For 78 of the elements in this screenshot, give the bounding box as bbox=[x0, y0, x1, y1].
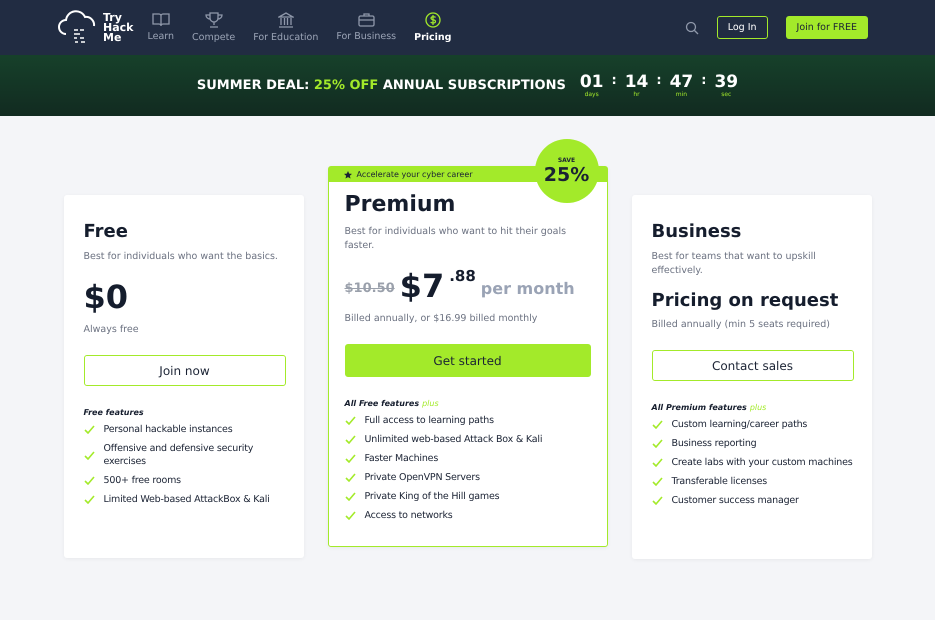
countdown-value: 39 bbox=[714, 73, 738, 91]
feature-text: Faster Machines bbox=[364, 452, 438, 465]
check-icon bbox=[84, 495, 94, 504]
badge-value: 25% bbox=[544, 164, 590, 186]
plan-description: Best for teams that want to upskill effectively. bbox=[652, 250, 817, 278]
check-icon bbox=[652, 420, 662, 429]
plan-button[interactable]: Contact sales bbox=[652, 350, 854, 381]
feature-text: Custom learning/career paths bbox=[672, 418, 808, 431]
price-period: per month bbox=[480, 279, 575, 298]
check-icon bbox=[84, 476, 94, 485]
check-icon bbox=[84, 425, 94, 434]
plan-name: Business bbox=[652, 221, 742, 242]
countdown-value: 14 bbox=[624, 73, 648, 91]
feature-text: Offensive and defensive security exercises bbox=[104, 442, 254, 468]
feature-text: Unlimited web-based Attack Box & Kali bbox=[364, 433, 542, 446]
plan-name: Premium bbox=[344, 192, 456, 217]
features-heading: All Premium features bbox=[652, 403, 747, 412]
countdown-value: 47 bbox=[670, 73, 694, 91]
features-heading: Free features bbox=[84, 408, 144, 417]
star-icon bbox=[344, 170, 352, 178]
feature-text: Limited Web-based AttackBox & Kali bbox=[104, 493, 270, 506]
feature-text: Private King of the Hill games bbox=[364, 490, 500, 503]
check-icon bbox=[344, 492, 356, 501]
feature-text: Create labs with your custom machines bbox=[672, 456, 852, 469]
login-button[interactable]: Log In bbox=[716, 16, 768, 39]
banner-text: Accelerate your cyber career bbox=[356, 170, 473, 179]
nav-link[interactable]: For Business bbox=[336, 12, 396, 43]
feature-text: Personal hackable instances bbox=[104, 423, 232, 436]
feature-text: Transferable licenses bbox=[672, 475, 767, 488]
briefcase-icon bbox=[358, 12, 375, 27]
check-icon bbox=[344, 511, 356, 520]
feature-text: Private OpenVPN Servers bbox=[364, 471, 480, 484]
feature-text: Customer success manager bbox=[672, 494, 799, 507]
plan-button[interactable]: Get started bbox=[344, 344, 590, 377]
check-icon bbox=[652, 477, 662, 486]
join-button[interactable]: Join for FREE bbox=[786, 16, 868, 39]
nav-link[interactable]: Pricing bbox=[414, 12, 452, 43]
feature-text: Business reporting bbox=[672, 437, 757, 450]
search-icon[interactable] bbox=[684, 20, 699, 34]
plan-description: Best for individuals who want to hit their goals faster. bbox=[344, 225, 568, 253]
features-plus: plus bbox=[750, 403, 766, 412]
feature-text: Full access to learning paths bbox=[364, 414, 494, 427]
check-icon bbox=[344, 473, 356, 482]
features-heading: All Free features bbox=[344, 399, 420, 408]
countdown-separator: : bbox=[656, 73, 662, 88]
book-icon bbox=[152, 12, 170, 27]
price-note: Billed annually (min 5 seats required) bbox=[652, 319, 831, 330]
countdown-value: 01 bbox=[580, 73, 604, 91]
plan-price: $0 bbox=[84, 278, 128, 316]
price-note: Always free bbox=[84, 324, 140, 335]
logo-text: Try Hack Me bbox=[103, 12, 134, 42]
feature-text: Access to networks bbox=[364, 509, 453, 522]
old-price: $10.50 bbox=[344, 281, 395, 296]
plan-description: Best for individuals who want the basics. bbox=[84, 250, 279, 264]
promo-text: SUMMER DEAL: 25% OFF ANNUAL SUBSCRIPTIONS bbox=[196, 78, 566, 93]
nav-link[interactable]: Learn bbox=[147, 12, 174, 43]
feature-text: 500+ free rooms bbox=[104, 474, 181, 487]
check-icon bbox=[84, 450, 94, 460]
dollar-icon bbox=[424, 12, 441, 28]
trophy-icon bbox=[204, 12, 223, 28]
plan-price: Pricing on request bbox=[652, 290, 840, 311]
price-cents: .88 bbox=[449, 267, 476, 285]
check-icon bbox=[344, 435, 356, 444]
plan-price: $7 bbox=[400, 267, 444, 305]
check-icon bbox=[344, 416, 356, 425]
plan-name: Free bbox=[84, 221, 129, 242]
check-icon bbox=[652, 496, 662, 505]
nav-link[interactable]: For Education bbox=[253, 12, 318, 43]
countdown-separator: : bbox=[701, 73, 706, 88]
check-icon bbox=[652, 458, 662, 467]
plan-button[interactable]: Join now bbox=[84, 355, 286, 386]
check-icon bbox=[652, 439, 662, 448]
check-icon bbox=[344, 454, 356, 463]
nav-link[interactable]: Compete bbox=[192, 12, 236, 43]
bank-icon bbox=[278, 12, 294, 28]
price-note: Billed annually, or $16.99 billed monthly bbox=[344, 313, 538, 324]
features-plus: plus bbox=[422, 399, 439, 408]
countdown-separator: : bbox=[611, 73, 617, 88]
